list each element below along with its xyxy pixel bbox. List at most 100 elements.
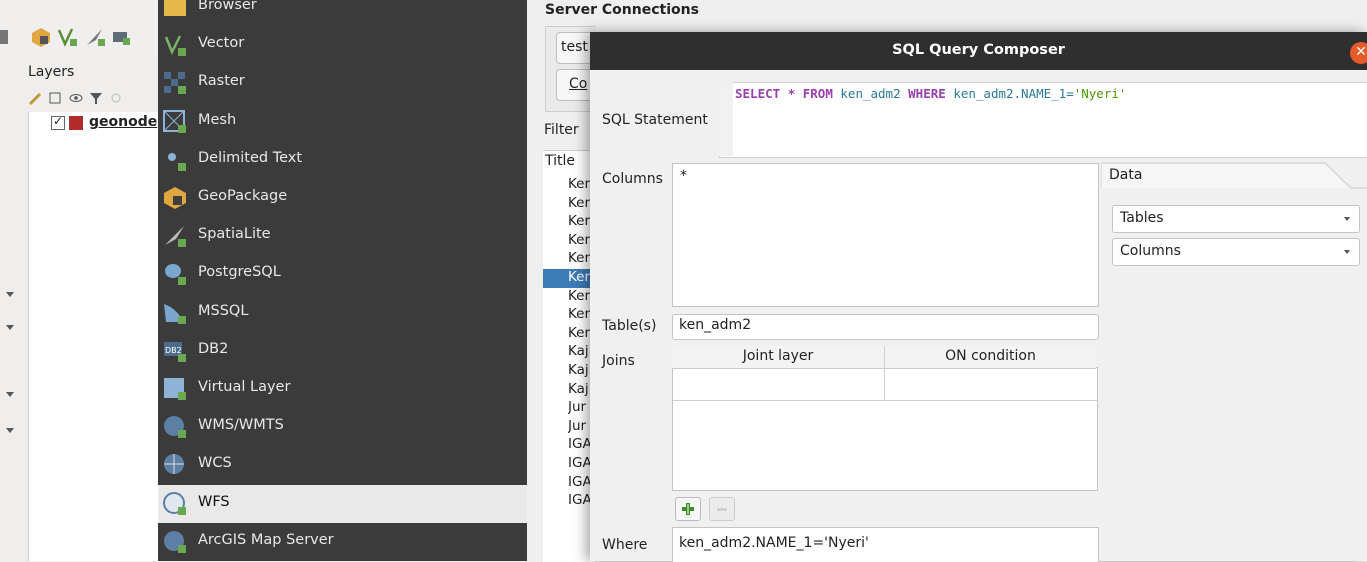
filter-icon[interactable] bbox=[88, 90, 104, 106]
connect-button-label: Co bbox=[569, 76, 588, 92]
mesh-icon bbox=[163, 109, 186, 133]
data-source-label: Mesh bbox=[198, 111, 237, 128]
layers-tree: ✓ geonode bbox=[28, 112, 159, 561]
arcgis-icon bbox=[164, 530, 186, 553]
spatialite-toolbar-icon[interactable] bbox=[84, 26, 106, 48]
joint-layer-header[interactable]: Joint layer bbox=[672, 348, 884, 364]
layers-panel-title: Layers bbox=[28, 64, 75, 80]
data-source-label: ArcGIS Map Server bbox=[198, 531, 334, 548]
columns-combo-label: Columns bbox=[1120, 243, 1181, 259]
sql-star: * bbox=[787, 86, 796, 101]
connection-value: test bbox=[561, 39, 588, 55]
collapse-arrow-icon[interactable] bbox=[6, 392, 14, 397]
sql-table-name: ken_adm2 bbox=[840, 86, 901, 101]
layer-name[interactable]: geonode bbox=[89, 114, 157, 130]
chevron-down-icon bbox=[1344, 250, 1350, 254]
virtual-layer-icon bbox=[164, 378, 186, 400]
filter-label: Filter bbox=[544, 122, 579, 138]
data-source-item[interactable]: WMS/WMTS bbox=[158, 408, 527, 446]
data-source-item[interactable]: PostgreSQL bbox=[158, 255, 527, 293]
data-source-item[interactable]: MSSQL bbox=[158, 294, 527, 332]
tables-value: ken_adm2 bbox=[679, 317, 752, 333]
delimited-text-icon bbox=[168, 152, 186, 171]
data-source-item[interactable]: GeoPackage bbox=[158, 179, 527, 217]
new-layer-toolbar-icon[interactable] bbox=[110, 26, 132, 48]
data-source-label: GeoPackage bbox=[198, 188, 288, 204]
sql-statement-text: SELECT * FROM ken_adm2 WHERE ken_adm2.NA… bbox=[735, 86, 1126, 101]
title-column-header[interactable]: Title bbox=[545, 153, 575, 169]
db2-icon: DB2 bbox=[164, 341, 186, 362]
eye-icon[interactable] bbox=[68, 90, 84, 106]
data-source-item[interactable]: ArcGIS Map Server bbox=[158, 523, 527, 561]
sql-select-keyword: SELECT bbox=[735, 86, 781, 101]
collapse-arrow-icon[interactable] bbox=[6, 292, 14, 297]
style-icon[interactable] bbox=[28, 90, 44, 106]
data-source-label: PostgreSQL bbox=[198, 264, 281, 281]
where-label: Where bbox=[602, 537, 648, 553]
data-source-label: WFS bbox=[198, 493, 230, 510]
data-source-item[interactable]: Browser bbox=[158, 0, 527, 26]
data-source-item[interactable]: WFS bbox=[158, 484, 527, 523]
columns-combo[interactable]: Columns bbox=[1112, 238, 1360, 266]
add-group-icon[interactable] bbox=[48, 90, 64, 106]
spatialite-icon bbox=[165, 226, 186, 248]
columns-editor[interactable] bbox=[672, 163, 1099, 307]
data-source-label: Virtual Layer bbox=[198, 379, 291, 395]
tables-combo[interactable]: Tables bbox=[1112, 205, 1360, 233]
tables-label: Table(s) bbox=[602, 318, 657, 334]
geopackage-toolbar-icon[interactable] bbox=[30, 26, 52, 48]
dialog-titlebar: SQL Query Composer ✕ bbox=[590, 32, 1367, 70]
check-icon: ✓ bbox=[53, 114, 64, 128]
joins-table[interactable] bbox=[672, 367, 1098, 491]
data-source-label: Vector bbox=[198, 35, 245, 52]
data-source-item[interactable]: WCS bbox=[158, 446, 527, 484]
tables-combo-label: Tables bbox=[1120, 210, 1164, 226]
joins-row-divider bbox=[673, 400, 1097, 401]
data-source-label: WMS/WMTS bbox=[198, 417, 284, 434]
server-connections-title: Server Connections bbox=[545, 2, 699, 18]
add-vector-toolbar-icon[interactable] bbox=[56, 26, 78, 48]
data-source-item[interactable]: SpatiaLite bbox=[158, 217, 527, 255]
table-row[interactable]: Ker bbox=[543, 269, 595, 288]
dialog-title: SQL Query Composer bbox=[892, 42, 1065, 58]
wms-icon bbox=[164, 416, 186, 439]
plus-icon bbox=[682, 503, 694, 515]
add-join-button[interactable] bbox=[675, 497, 701, 521]
data-source-item[interactable]: DB2 DB2 bbox=[158, 332, 527, 370]
data-source-label: MSSQL bbox=[198, 302, 249, 319]
joins-label: Joins bbox=[602, 353, 635, 369]
data-source-item[interactable]: Raster bbox=[158, 64, 527, 102]
on-condition-header[interactable]: ON condition bbox=[885, 348, 1096, 364]
layer-toolbar bbox=[0, 18, 158, 58]
close-button[interactable]: ✕ bbox=[1350, 42, 1367, 64]
data-source-label: WCS bbox=[198, 455, 232, 472]
chevron-down-icon bbox=[1344, 217, 1350, 221]
mssql-icon bbox=[164, 303, 186, 324]
data-source-item[interactable]: Virtual Layer bbox=[158, 370, 527, 408]
sql-statement-label: SQL Statement bbox=[602, 112, 708, 128]
sql-from-keyword: FROM bbox=[802, 86, 833, 101]
data-source-item[interactable]: Vector bbox=[158, 26, 527, 64]
collapse-arrow-icon[interactable] bbox=[6, 428, 14, 433]
raster-icon bbox=[164, 72, 186, 95]
data-source-item[interactable]: Delimited Text bbox=[158, 141, 527, 179]
sql-field-expression: ken_adm2.NAME_1= bbox=[953, 86, 1074, 101]
collapse-arrow-icon[interactable] bbox=[6, 325, 14, 330]
wcs-icon bbox=[164, 454, 184, 475]
tab-data[interactable]: Data bbox=[1109, 167, 1142, 183]
data-source-item[interactable]: Mesh bbox=[158, 103, 527, 141]
remove-join-button[interactable] bbox=[709, 497, 735, 521]
expand-icon[interactable] bbox=[108, 90, 124, 106]
sql-editor-gutter bbox=[719, 82, 733, 156]
data-source-label: Browser bbox=[198, 0, 257, 13]
sql-string-value: 'Nyeri' bbox=[1073, 86, 1127, 101]
layer-checkbox[interactable]: ✓ bbox=[51, 114, 65, 130]
folder-icon bbox=[164, 0, 186, 16]
columns-label: Columns bbox=[602, 171, 663, 187]
add-layer-icon[interactable] bbox=[0, 26, 12, 48]
svg-text:DB2: DB2 bbox=[165, 346, 182, 355]
vector-icon bbox=[164, 35, 186, 57]
close-icon: ✕ bbox=[1355, 44, 1367, 60]
columns-value: * bbox=[680, 168, 687, 184]
data-source-label: DB2 bbox=[198, 340, 229, 357]
